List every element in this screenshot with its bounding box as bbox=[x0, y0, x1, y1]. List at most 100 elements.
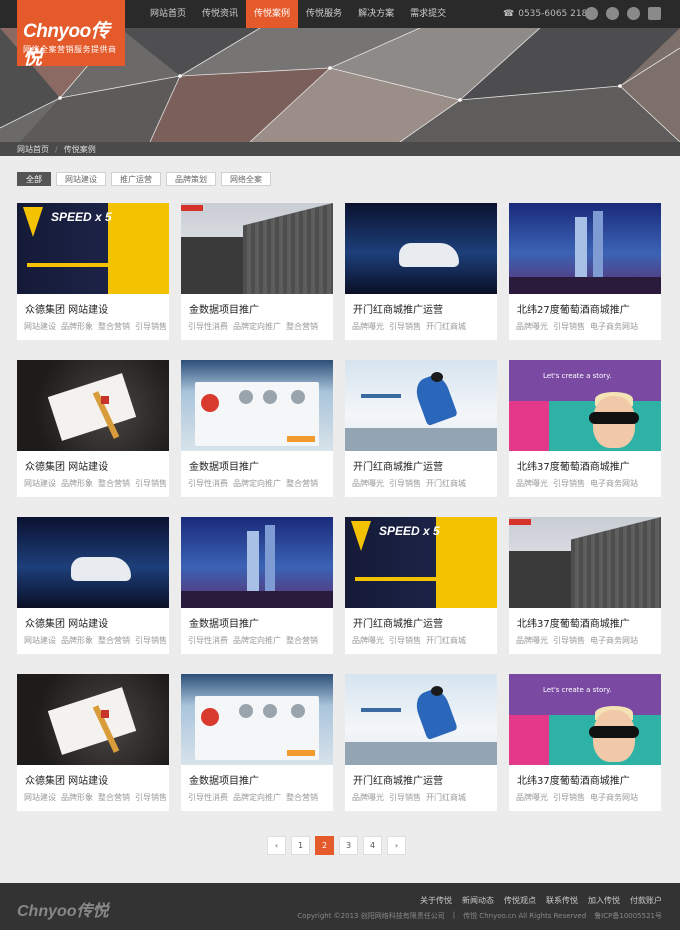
phone-icon: ☎ bbox=[503, 9, 515, 19]
case-card[interactable]: 金数据项目推广 引导性消费 品牌定向推广 整合营销 bbox=[181, 674, 333, 811]
case-card[interactable]: 北纬27度葡萄酒商城推广品牌曝光 引导销售 电子商务网站 bbox=[509, 203, 661, 340]
case-card[interactable]: 众德集团 网站建设 网站建设 品牌形象 整合营销 引导销售 bbox=[17, 360, 169, 497]
case-thumbnail[interactable] bbox=[181, 517, 333, 608]
filter-tab[interactable]: 品牌策划 bbox=[166, 172, 216, 186]
case-tags: 品牌曝光 引导销售 电子商务网站 bbox=[516, 321, 643, 332]
case-tag: 引导销售 bbox=[553, 479, 585, 488]
case-thumbnail[interactable]: SPEED x 5 bbox=[345, 517, 497, 608]
case-title[interactable]: 北纬27度葡萄酒商城推广 bbox=[517, 301, 630, 316]
case-title[interactable]: 开门红商城推广运营 bbox=[353, 301, 443, 316]
case-title[interactable]: 开门红商城推广运营 bbox=[353, 615, 443, 630]
footer-link[interactable]: 加入传悦 bbox=[588, 895, 620, 906]
case-tag: 引导销售 bbox=[135, 793, 167, 802]
page-button[interactable]: 2 bbox=[315, 836, 334, 855]
case-thumbnail[interactable] bbox=[181, 360, 333, 451]
case-card[interactable]: Let's create a story. 北纬37度葡萄酒商城推广 品牌曝光 引导销… bbox=[509, 674, 661, 811]
cta-bar bbox=[287, 750, 315, 756]
case-thumbnail[interactable] bbox=[181, 203, 333, 294]
case-tags: 引导性消费 品牌定向推广 整合营销 bbox=[188, 321, 323, 332]
case-title[interactable]: 开门红商城推广运营 bbox=[353, 772, 443, 787]
case-card[interactable]: SPEED x 5 开门红商城推广运营 品牌曝光 引导销售 开门红商城 bbox=[345, 517, 497, 654]
breadcrumb-home[interactable]: 网站首页 bbox=[17, 144, 49, 155]
case-tag: 整合营销 bbox=[286, 793, 318, 802]
case-title[interactable]: 金数据项目推广 bbox=[189, 772, 259, 787]
footer-link[interactable]: 联系传悦 bbox=[546, 895, 578, 906]
case-tags: 网站建设 品牌形象 整合营销 引导销售 bbox=[24, 321, 172, 332]
wechat-icon[interactable] bbox=[627, 7, 640, 20]
filter-tab[interactable]: 推广运营 bbox=[111, 172, 161, 186]
prev-page-button[interactable]: ‹ bbox=[267, 836, 286, 855]
helmet-graphic bbox=[431, 686, 443, 696]
filter-tab[interactable]: 网络全案 bbox=[221, 172, 271, 186]
case-card[interactable]: SPEED x 5 众德集团 网站建设网站建设 品牌形象 整合营销 引导销售 bbox=[17, 203, 169, 340]
qq-icon[interactable] bbox=[585, 7, 598, 20]
case-card[interactable]: 众德集团 网站建设 网站建设 品牌形象 整合营销 引导销售 bbox=[17, 674, 169, 811]
case-card[interactable]: 开门红商城推广运营 品牌曝光 引导销售 开门红商城 bbox=[345, 674, 497, 811]
weibo-icon[interactable] bbox=[606, 7, 619, 20]
case-filter-tabs: 全部 网站建设 推广运营 品牌策划 网络全案 bbox=[17, 172, 271, 186]
case-card[interactable]: 北纬37度葡萄酒商城推广 品牌曝光 引导销售 电子商务网站 bbox=[509, 517, 661, 654]
case-thumbnail[interactable] bbox=[17, 360, 169, 451]
case-title[interactable]: 众德集团 网站建设 bbox=[25, 772, 108, 787]
case-tag: 开门红商城 bbox=[426, 793, 466, 802]
nav-item[interactable]: 需求提交 bbox=[402, 0, 454, 28]
case-tags: 引导性消费 品牌定向推广 整合营销 bbox=[188, 478, 323, 489]
case-card[interactable]: 开门红商城推广运营 品牌曝光 引导销售 开门红商城 bbox=[345, 203, 497, 340]
nav-item[interactable]: 网站首页 bbox=[142, 0, 194, 28]
footer-logo[interactable]: Chnyoo传悦 bbox=[17, 897, 109, 921]
case-thumbnail[interactable] bbox=[345, 674, 497, 765]
nav-item[interactable]: 传悦服务 bbox=[298, 0, 350, 28]
case-thumbnail[interactable] bbox=[345, 360, 497, 451]
case-card[interactable]: 开门红商城推广运营 品牌曝光 引导销售 开门红商城 bbox=[345, 360, 497, 497]
case-thumbnail[interactable] bbox=[17, 674, 169, 765]
thumb-headline: Let's create a story. bbox=[543, 372, 612, 380]
case-title[interactable]: 北纬37度葡萄酒商城推广 bbox=[517, 458, 630, 473]
case-card[interactable]: Let's create a story. 北纬37度葡萄酒商城推广 品牌曝光 引导销… bbox=[509, 360, 661, 497]
case-tag: 引导销售 bbox=[553, 322, 585, 331]
case-card[interactable]: 金数据项目推广 引导性消费 品牌定向推广 整合营销 bbox=[181, 517, 333, 654]
nav-item[interactable]: 传悦案例 bbox=[246, 0, 299, 28]
breadcrumb-current[interactable]: 传悦案例 bbox=[64, 144, 96, 155]
case-title[interactable]: 众德集团 网站建设 bbox=[25, 301, 108, 316]
case-title[interactable]: 众德集团 网站建设 bbox=[25, 458, 108, 473]
case-title[interactable]: 开门红商城推广运营 bbox=[353, 458, 443, 473]
case-title[interactable]: 众德集团 网站建设 bbox=[25, 615, 108, 630]
site-logo[interactable]: Chnyoo传悦 网络全案营销服务提供商 bbox=[17, 0, 125, 69]
next-page-button[interactable]: › bbox=[387, 836, 406, 855]
nav-item[interactable]: 传悦资讯 bbox=[194, 0, 246, 28]
page-button[interactable]: 3 bbox=[339, 836, 358, 855]
nav-item[interactable]: 解决方案 bbox=[350, 0, 402, 28]
footer-link[interactable]: 关于传悦 bbox=[420, 895, 452, 906]
case-thumbnail[interactable] bbox=[181, 674, 333, 765]
case-tag: 品牌曝光 bbox=[352, 479, 384, 488]
case-thumbnail[interactable] bbox=[509, 203, 661, 294]
thumb-bar bbox=[27, 263, 127, 267]
case-thumbnail[interactable] bbox=[345, 203, 497, 294]
case-thumbnail[interactable] bbox=[17, 517, 169, 608]
case-card[interactable]: 金数据项目推广引导性消费 品牌定向推广 整合营销 bbox=[181, 360, 333, 497]
headline-bar bbox=[361, 708, 401, 712]
case-title[interactable]: 金数据项目推广 bbox=[189, 301, 259, 316]
footer-link[interactable]: 传悦观点 bbox=[504, 895, 536, 906]
mail-icon[interactable] bbox=[648, 7, 661, 20]
case-tag: 引导销售 bbox=[135, 322, 167, 331]
page-button[interactable]: 1 bbox=[291, 836, 310, 855]
case-card[interactable]: 金数据项目推广引导性消费 品牌定向推广 整合营销 bbox=[181, 203, 333, 340]
page-button[interactable]: 4 bbox=[363, 836, 382, 855]
case-thumbnail[interactable]: Let's create a story. bbox=[509, 360, 661, 451]
case-title[interactable]: 北纬37度葡萄酒商城推广 bbox=[517, 772, 630, 787]
case-title[interactable]: 金数据项目推广 bbox=[189, 458, 259, 473]
filter-tab[interactable]: 全部 bbox=[17, 172, 51, 186]
case-tag: 引导销售 bbox=[135, 636, 167, 645]
case-thumbnail[interactable] bbox=[509, 517, 661, 608]
case-card[interactable]: 众德集团 网站建设 网站建设 品牌形象 整合营销 引导销售 bbox=[17, 517, 169, 654]
case-title[interactable]: 北纬37度葡萄酒商城推广 bbox=[517, 615, 630, 630]
filter-tab[interactable]: 网站建设 bbox=[56, 172, 106, 186]
case-title[interactable]: 金数据项目推广 bbox=[189, 615, 259, 630]
case-tag: 整合营销 bbox=[98, 636, 130, 645]
case-thumbnail[interactable]: SPEED x 5 bbox=[17, 203, 169, 294]
footer-link[interactable]: 新闻动态 bbox=[462, 895, 494, 906]
footer-link[interactable]: 付款账户 bbox=[630, 895, 662, 906]
mountain-graphic bbox=[345, 428, 497, 451]
case-thumbnail[interactable]: Let's create a story. bbox=[509, 674, 661, 765]
